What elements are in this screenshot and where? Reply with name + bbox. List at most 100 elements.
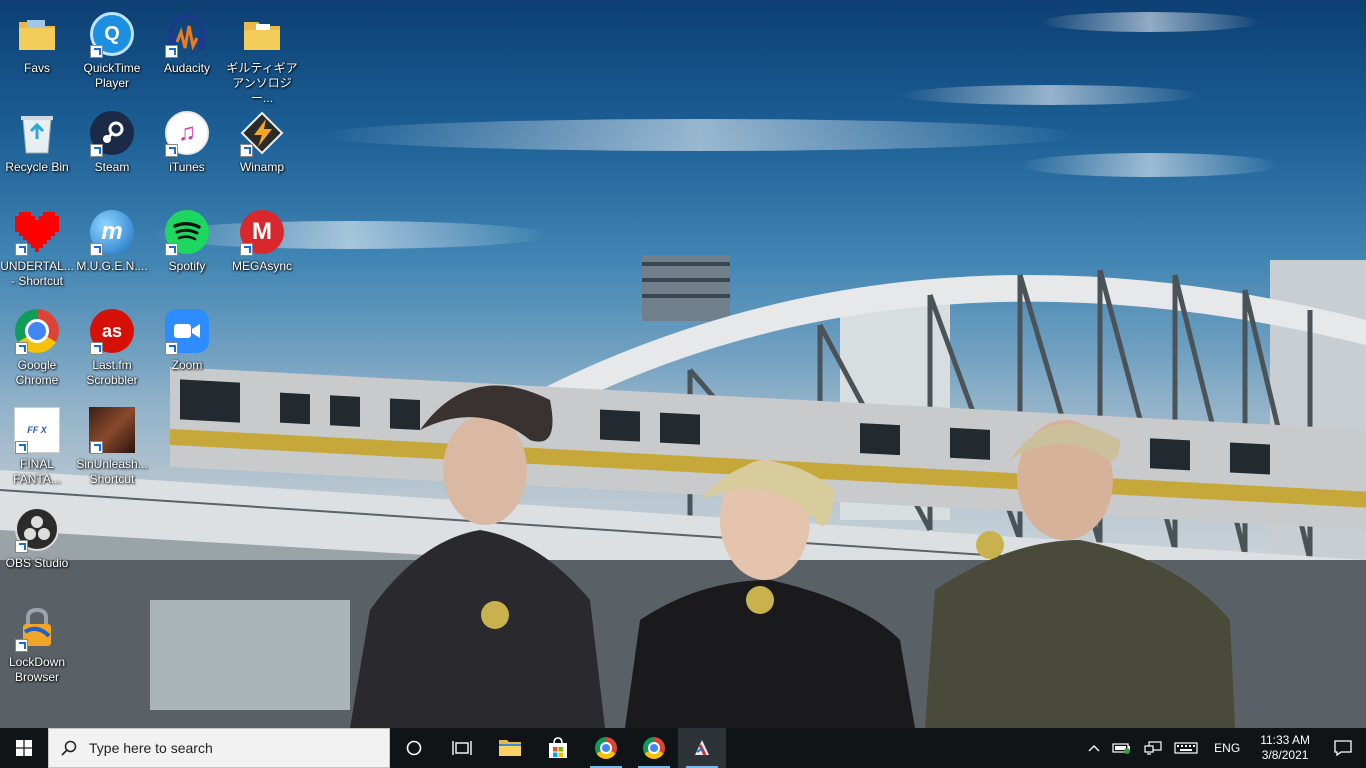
desktop-icon-final-fantasy[interactable]: FF X FINAL FANTA... [0, 404, 74, 487]
taskbar-search-box[interactable] [48, 728, 390, 768]
desktop-icon-label: Steam [94, 160, 130, 174]
desktop-icon-quicktime[interactable]: Q QuickTime Player [75, 8, 149, 91]
show-hidden-icons-button[interactable] [1082, 728, 1106, 768]
shortcut-arrow-icon [15, 639, 28, 652]
desktop-icon-label: OBS Studio [5, 556, 69, 570]
task-view-icon [452, 741, 472, 755]
desktop-icon-label: Spotify [168, 259, 206, 273]
mugen-icon: m [88, 208, 136, 256]
desktop-icon-google-chrome[interactable]: Google Chrome [0, 305, 74, 388]
desktop-icon-lockdown-browser[interactable]: LockDown Browser [0, 602, 74, 685]
shortcut-arrow-icon [90, 144, 103, 157]
shortcut-arrow-icon [240, 144, 253, 157]
lockdown-icon [13, 604, 61, 652]
mega-icon: M [238, 208, 286, 256]
spotify-icon [163, 208, 211, 256]
input-language-button[interactable]: ENG [1204, 728, 1250, 768]
audacity-icon [163, 10, 211, 58]
shortcut-arrow-icon [165, 144, 178, 157]
search-icon [61, 740, 77, 756]
search-input[interactable] [87, 739, 371, 757]
battery-button[interactable] [1106, 728, 1138, 768]
desktop-icon-itunes[interactable]: ♫ iTunes [150, 107, 224, 175]
desktop-icon-zoom[interactable]: Zoom [150, 305, 224, 373]
circle-icon [406, 740, 422, 756]
desktop[interactable]: Favs Q QuickTime Player Audacity ギルティギアア… [0, 0, 1366, 728]
desktop-icon-sinunleashed[interactable]: SinUnleash... Shortcut [75, 404, 149, 487]
desktop-icon-mugen[interactable]: m M.U.G.E.N.... [75, 206, 149, 274]
shortcut-arrow-icon [15, 441, 28, 454]
clock-button[interactable]: 11:33 AM 3/8/2021 [1250, 728, 1320, 768]
desktop-icon-obs-studio[interactable]: OBS Studio [0, 503, 74, 571]
shortcut-arrow-icon [240, 243, 253, 256]
microsoft-store-button[interactable] [534, 728, 582, 768]
store-icon [549, 737, 567, 758]
chrome-icon [595, 737, 617, 759]
shortcut-arrow-icon [90, 45, 103, 58]
shortcut-arrow-icon [90, 342, 103, 355]
shortcut-arrow-icon [165, 342, 178, 355]
cortana-button[interactable] [390, 728, 438, 768]
desktop-icon-label: Last.fm Scrobbler [86, 358, 138, 387]
desktop-icon-label: Zoom [171, 358, 203, 372]
desktop-icon-label: UNDERTAL... - Shortcut [0, 259, 74, 288]
heart-icon [13, 208, 61, 256]
desktop-icon-label: Google Chrome [15, 358, 59, 387]
desktop-icon-label: Audacity [163, 61, 211, 75]
app-taskbar-button[interactable] [678, 728, 726, 768]
obs-icon [13, 505, 61, 553]
network-icon [1144, 741, 1162, 755]
chrome-icon [643, 737, 665, 759]
shortcut-arrow-icon [90, 243, 103, 256]
desktop-icon-megasync[interactable]: M MEGAsync [225, 206, 299, 274]
network-button[interactable] [1138, 728, 1168, 768]
shortcut-arrow-icon [90, 441, 103, 454]
file-explorer-button[interactable] [486, 728, 534, 768]
recycle-bin-icon [13, 109, 61, 157]
final-fantasy-icon: FF X [13, 406, 61, 454]
chrome-taskbar-button[interactable] [582, 728, 630, 768]
chrome-taskbar-button-2[interactable] [630, 728, 678, 768]
battery-icon [1112, 743, 1131, 754]
desktop-icon-favs[interactable]: Favs [0, 8, 74, 76]
game-icon [88, 406, 136, 454]
notification-icon [1334, 740, 1352, 756]
shortcut-arrow-icon [165, 243, 178, 256]
itunes-icon: ♫ [163, 109, 211, 157]
keyboard-icon [1174, 742, 1198, 754]
shortcut-arrow-icon [165, 45, 178, 58]
chrome-icon [13, 307, 61, 355]
desktop-icon-label: Recycle Bin [5, 160, 69, 174]
desktop-icon-steam[interactable]: Steam [75, 107, 149, 175]
folder-icon [13, 10, 61, 58]
zoom-icon [163, 307, 211, 355]
task-view-button[interactable] [438, 728, 486, 768]
windows-logo-icon [16, 740, 32, 756]
desktop-icon-spotify[interactable]: Spotify [150, 206, 224, 274]
desktop-icon-label: FINAL FANTA... [13, 457, 61, 486]
desktop-icon-lastfm[interactable]: as Last.fm Scrobbler [75, 305, 149, 388]
desktop-icon-undertale[interactable]: UNDERTAL... - Shortcut [0, 206, 74, 289]
desktop-icon-label: LockDown Browser [8, 655, 66, 684]
shortcut-arrow-icon [15, 540, 28, 553]
desktop-icon-guilty-gear-folder[interactable]: ギルティギアアンソロジー... [225, 8, 299, 106]
winamp-icon [238, 109, 286, 157]
folder-icon [499, 740, 521, 756]
desktop-icon-winamp[interactable]: Winamp [225, 107, 299, 175]
desktop-icon-label: MEGAsync [231, 259, 292, 273]
desktop-icon-recycle-bin[interactable]: Recycle Bin [0, 107, 74, 175]
taskbar: ENG 11:33 AM 3/8/2021 [0, 728, 1366, 768]
desktop-icon-label: SinUnleash... Shortcut [76, 457, 148, 486]
shortcut-arrow-icon [15, 243, 28, 256]
start-button[interactable] [0, 728, 48, 768]
desktop-icon-label: iTunes [169, 160, 205, 174]
desktop-icon-label: Winamp [239, 160, 284, 174]
desktop-icon-audacity[interactable]: Audacity [150, 8, 224, 76]
desktop-icon-label: Favs [23, 61, 50, 75]
desktop-icon-label: ギルティギアアンソロジー... [226, 61, 298, 105]
action-center-button[interactable] [1320, 728, 1366, 768]
quicktime-icon: Q [88, 10, 136, 58]
touch-keyboard-button[interactable] [1168, 728, 1204, 768]
shortcut-arrow-icon [15, 342, 28, 355]
chevron-up-icon [1088, 745, 1100, 752]
